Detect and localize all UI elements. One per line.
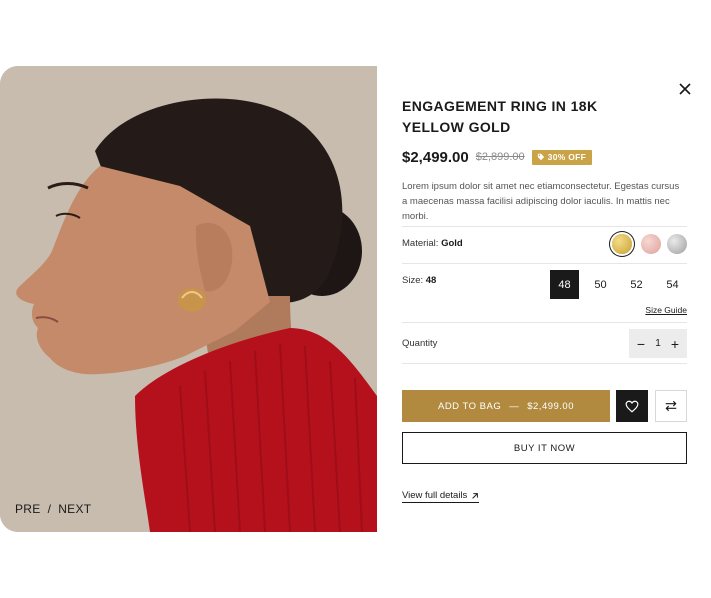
divider (402, 322, 687, 323)
product-image: PRE / NEXT (0, 66, 377, 532)
swatch-gold[interactable] (612, 234, 632, 254)
close-button[interactable] (677, 81, 693, 97)
product-title: ENGAGEMENT RING IN 18K YELLOW GOLD (402, 98, 598, 135)
arrow-up-right-icon (472, 492, 479, 499)
close-icon (679, 83, 691, 95)
tag-icon (537, 153, 544, 161)
add-to-bag-dash: — (509, 400, 520, 412)
add-to-bag-button[interactable]: ADD TO BAG — $2,499.00 (402, 390, 610, 422)
size-option-52[interactable]: 52 (622, 270, 651, 299)
product-description: Lorem ipsum dolor sit amet nec etiamcons… (402, 181, 680, 222)
size-option-50[interactable]: 50 (586, 270, 615, 299)
swatch-silver[interactable] (667, 234, 687, 254)
size-guide-link[interactable]: Size Guide (645, 305, 687, 315)
material-selected: Gold (441, 238, 463, 249)
model-portrait-illustration (0, 66, 377, 532)
view-full-details-label: View full details (402, 490, 468, 501)
add-to-bag-label: ADD TO BAG (437, 400, 502, 412)
size-option-48[interactable]: 48 (550, 270, 579, 299)
quantity-label: Quantity (402, 338, 438, 349)
discount-badge-label: 30% OFF (547, 152, 587, 162)
divider (402, 226, 687, 227)
size-label: Size: (402, 275, 424, 286)
add-to-bag-price: $2,499.00 (527, 400, 574, 412)
compare-arrows-icon (665, 400, 677, 412)
quantity-stepper: − 1 + (629, 329, 687, 358)
original-price: $2,899.00 (475, 151, 525, 163)
discount-badge: 30% OFF (531, 149, 593, 165)
prev-link[interactable]: PRE (15, 502, 41, 516)
quick-view-modal: PRE / NEXT ENGAGEMENT RING IN 18K YELLOW… (0, 66, 711, 532)
quantity-increase-button[interactable]: + (669, 337, 681, 351)
product-details: ENGAGEMENT RING IN 18K YELLOW GOLD $2,49… (402, 66, 687, 532)
buy-it-now-button[interactable]: BUY IT NOW (402, 432, 687, 464)
divider (402, 263, 687, 264)
material-label-row: Material: Gold (402, 238, 463, 249)
next-link[interactable]: NEXT (58, 502, 91, 516)
quantity-decrease-button[interactable]: − (635, 337, 647, 351)
size-selected: 48 (425, 275, 437, 286)
price-row: $2,499.00 $2,899.00 30% OFF (402, 148, 593, 166)
size-label-row: Size: 48 (402, 275, 436, 286)
heart-icon (625, 400, 639, 413)
wishlist-button[interactable] (616, 390, 648, 422)
material-label: Material: (402, 238, 439, 249)
current-price: $2,499.00 (402, 148, 469, 166)
swatch-rose-gold[interactable] (641, 234, 661, 254)
image-pager: PRE / NEXT (15, 502, 91, 516)
quantity-value[interactable]: 1 (655, 338, 661, 349)
size-option-54[interactable]: 54 (658, 270, 687, 299)
pager-separator: / (47, 502, 52, 516)
divider (402, 363, 687, 364)
compare-button[interactable] (655, 390, 687, 422)
view-full-details-link[interactable]: View full details (402, 490, 480, 503)
